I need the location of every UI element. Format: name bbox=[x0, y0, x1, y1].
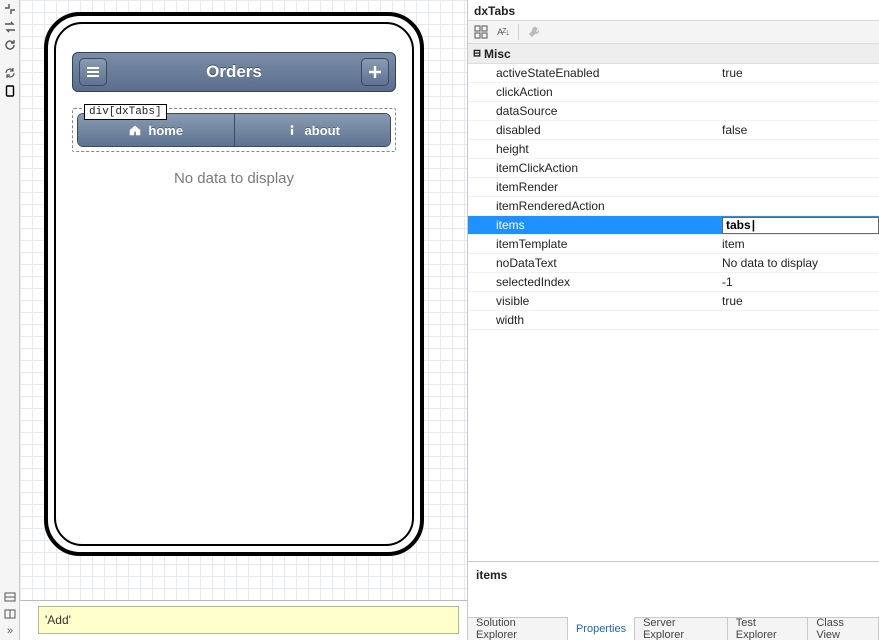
info-icon bbox=[285, 123, 299, 137]
property-value[interactable]: -1 bbox=[718, 275, 879, 289]
property-value[interactable]: false bbox=[718, 123, 879, 137]
window-tab-test-explorer[interactable]: Test Explorer bbox=[728, 618, 809, 640]
property-row-itemTemplate[interactable]: itemTemplateitem bbox=[468, 235, 879, 254]
property-row-clickAction[interactable]: clickAction bbox=[468, 83, 879, 102]
property-row-itemRenderedAction[interactable]: itemRenderedAction bbox=[468, 197, 879, 216]
property-grid[interactable]: ⊟ Misc activeStateEnabledtrueclickAction… bbox=[468, 44, 879, 561]
property-row-dataSource[interactable]: dataSource bbox=[468, 102, 879, 121]
property-key: visible bbox=[468, 294, 718, 308]
property-value[interactable]: item bbox=[718, 237, 879, 251]
property-value[interactable]: No data to display bbox=[718, 256, 879, 270]
rotate-icon[interactable] bbox=[3, 38, 17, 52]
property-key: itemRender bbox=[468, 180, 718, 194]
property-row-height[interactable]: height bbox=[468, 140, 879, 159]
property-key: itemTemplate bbox=[468, 237, 718, 251]
window-tab-solution-explorer[interactable]: Solution Explorer bbox=[468, 618, 568, 640]
property-key: items bbox=[468, 218, 718, 232]
alphabetical-icon[interactable]: AZ↓ bbox=[494, 23, 512, 41]
component-name: dxTabs bbox=[468, 0, 879, 20]
no-data-text: No data to display bbox=[56, 170, 412, 187]
category-row[interactable]: ⊟ Misc bbox=[468, 44, 879, 64]
resize-icon[interactable] bbox=[3, 2, 17, 16]
property-key: height bbox=[468, 142, 718, 156]
menu-button[interactable] bbox=[79, 58, 107, 86]
window-tab-class-view[interactable]: Class View bbox=[808, 618, 879, 640]
tool-window-tabs: Solution ExplorerPropertiesServer Explor… bbox=[468, 617, 879, 640]
selection-tag: div[dxTabs] bbox=[84, 104, 167, 120]
property-key: dataSource bbox=[468, 104, 718, 118]
property-key: disabled bbox=[468, 123, 718, 137]
property-row-itemClickAction[interactable]: itemClickAction bbox=[468, 159, 879, 178]
property-value[interactable]: true bbox=[718, 294, 879, 308]
swap-icon[interactable] bbox=[3, 20, 17, 34]
split-h-icon[interactable] bbox=[3, 590, 17, 604]
property-row-disabled[interactable]: disabledfalse bbox=[468, 121, 879, 140]
plus-icon bbox=[368, 65, 382, 79]
property-key: width bbox=[468, 313, 718, 327]
property-value[interactable]: true bbox=[718, 66, 879, 80]
properties-panel: dxTabs AZ↓ ⊟ Misc activeStateEnabledtrue… bbox=[467, 0, 879, 640]
expand-icon[interactable]: » bbox=[3, 624, 17, 638]
window-tab-server-explorer[interactable]: Server Explorer bbox=[635, 618, 728, 640]
propgrid-toolbar: AZ↓ bbox=[468, 20, 879, 44]
window-tab-properties[interactable]: Properties bbox=[568, 617, 635, 640]
home-icon bbox=[128, 123, 142, 137]
refresh-icon[interactable] bbox=[3, 66, 17, 80]
device-frame: Orders div[dxTabs] home bbox=[44, 12, 424, 556]
property-row-selectedIndex[interactable]: selectedIndex-1 bbox=[468, 273, 879, 292]
categorized-icon[interactable] bbox=[472, 23, 490, 41]
property-row-itemRender[interactable]: itemRender bbox=[468, 178, 879, 197]
property-key: activeStateEnabled bbox=[468, 66, 718, 80]
header-title: Orders bbox=[73, 62, 395, 82]
split-v-icon[interactable] bbox=[3, 607, 17, 621]
property-key: clickAction bbox=[468, 85, 718, 99]
property-row-activeStateEnabled[interactable]: activeStateEnabledtrue bbox=[468, 64, 879, 83]
designer-toolbar bbox=[0, 0, 20, 640]
collapse-icon[interactable]: ⊟ bbox=[470, 46, 484, 61]
menu-icon bbox=[86, 66, 100, 78]
expression-input[interactable] bbox=[38, 606, 459, 634]
design-canvas[interactable]: Orders div[dxTabs] home bbox=[20, 0, 467, 600]
property-row-noDataText[interactable]: noDataTextNo data to display bbox=[468, 254, 879, 273]
add-button[interactable] bbox=[361, 58, 389, 86]
property-value[interactable]: tabs| bbox=[718, 217, 879, 234]
tab-about[interactable]: about bbox=[234, 114, 391, 146]
description-key: items bbox=[476, 568, 871, 582]
property-key: selectedIndex bbox=[468, 275, 718, 289]
wrench-icon[interactable] bbox=[525, 23, 543, 41]
property-key: itemClickAction bbox=[468, 161, 718, 175]
category-label: Misc bbox=[484, 47, 511, 61]
tab-label: about bbox=[305, 123, 340, 138]
property-row-items[interactable]: itemstabs| bbox=[468, 216, 879, 235]
designer-status-strip bbox=[20, 600, 467, 640]
property-key: itemRenderedAction bbox=[468, 199, 718, 213]
property-row-visible[interactable]: visibletrue bbox=[468, 292, 879, 311]
app-header: Orders bbox=[72, 52, 396, 92]
property-description: items bbox=[468, 561, 879, 617]
property-row-width[interactable]: width bbox=[468, 311, 879, 330]
tab-label: home bbox=[148, 123, 183, 138]
device-icon[interactable] bbox=[3, 84, 17, 98]
property-key: noDataText bbox=[468, 256, 718, 270]
